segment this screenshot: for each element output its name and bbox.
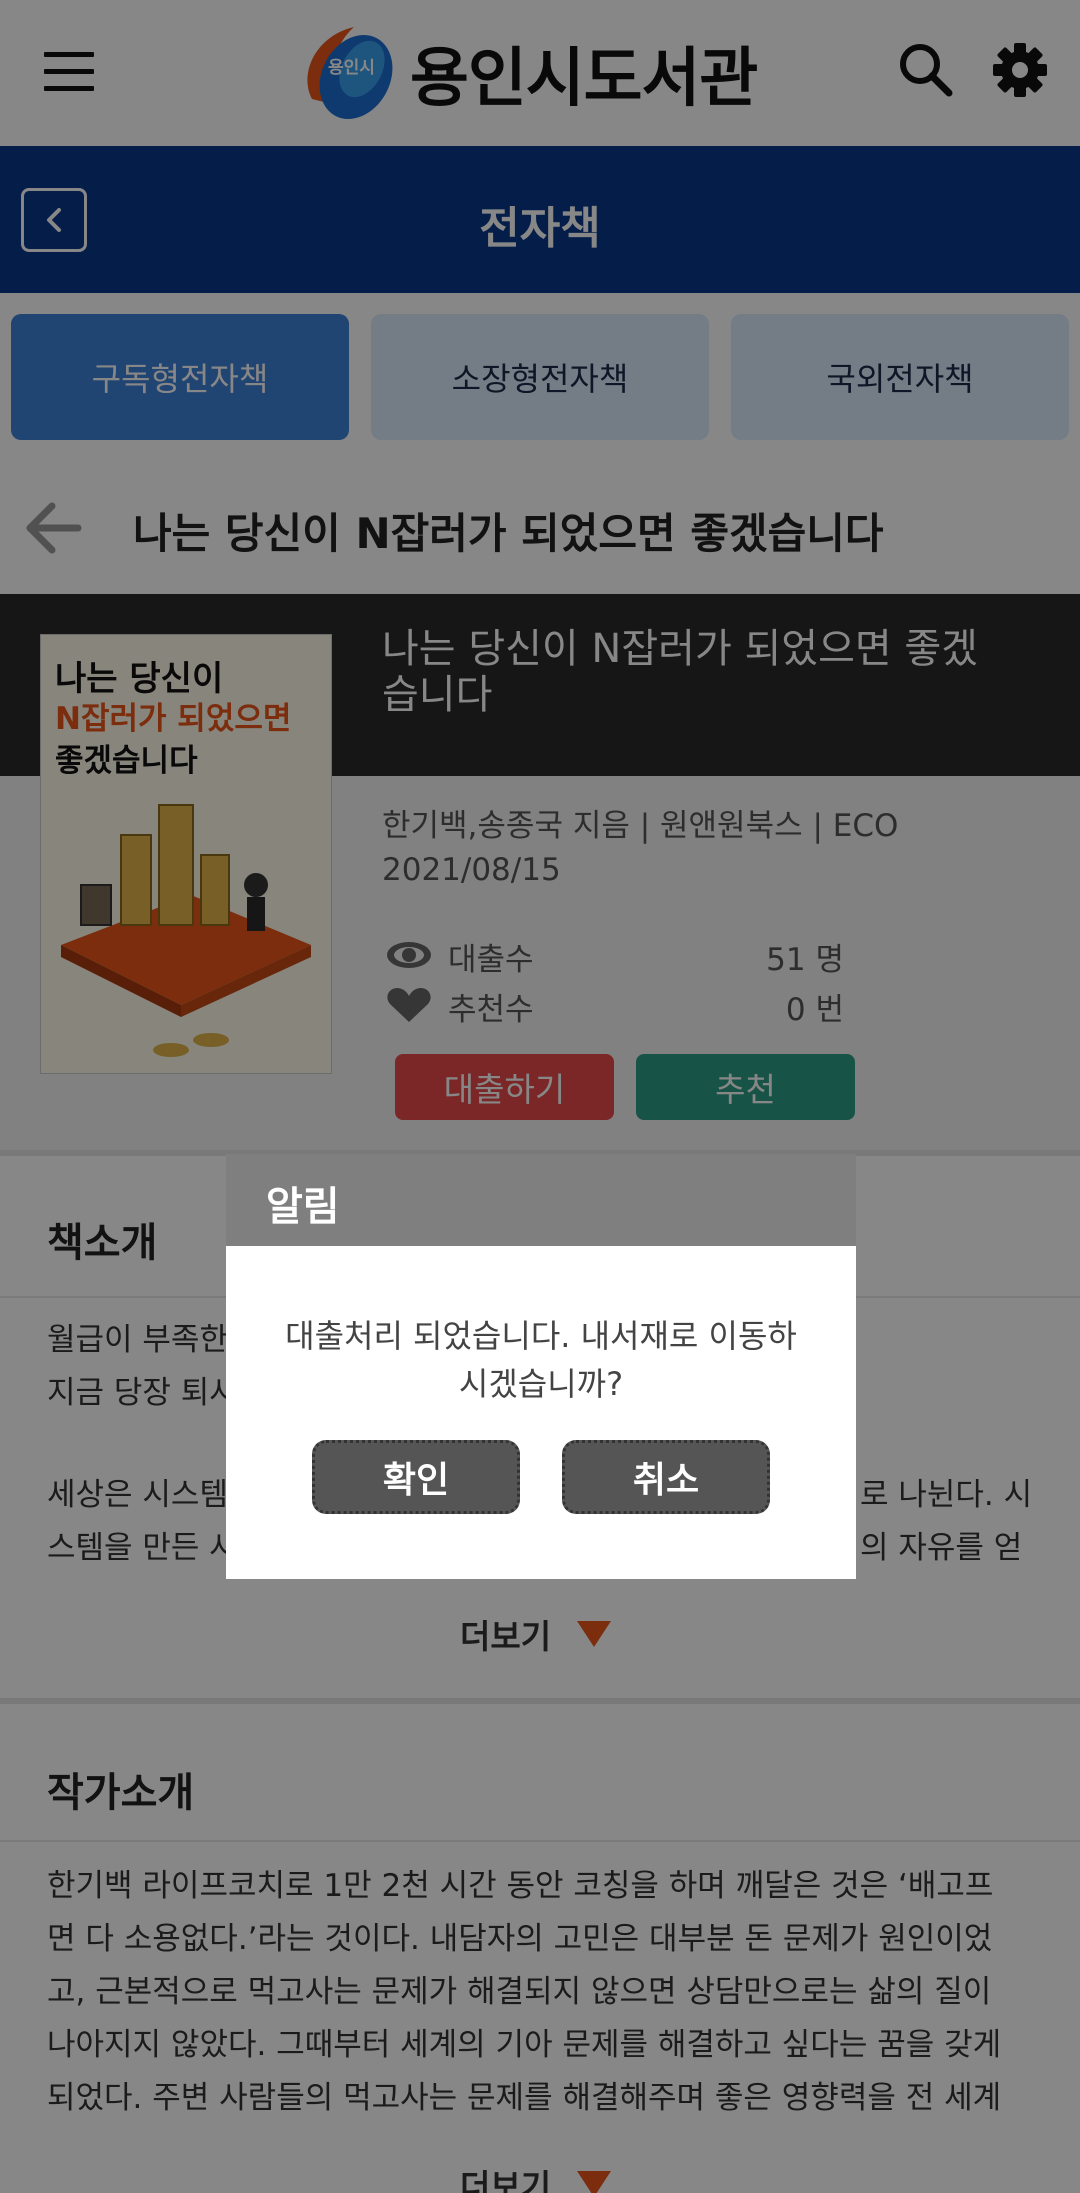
dialog-header: 알림 xyxy=(226,1154,856,1246)
modal-backdrop[interactable] xyxy=(0,0,1080,2193)
alert-dialog: 알림 대출처리 되었습니다. 내서재로 이동하 시겠습니까? 확인 취소 xyxy=(226,1154,856,1579)
dialog-message: 대출처리 되었습니다. 내서재로 이동하 시겠습니까? xyxy=(285,1317,797,1403)
confirm-button[interactable]: 확인 xyxy=(312,1440,520,1514)
cancel-button[interactable]: 취소 xyxy=(562,1440,770,1514)
dialog-title: 알림 xyxy=(266,1184,340,1230)
